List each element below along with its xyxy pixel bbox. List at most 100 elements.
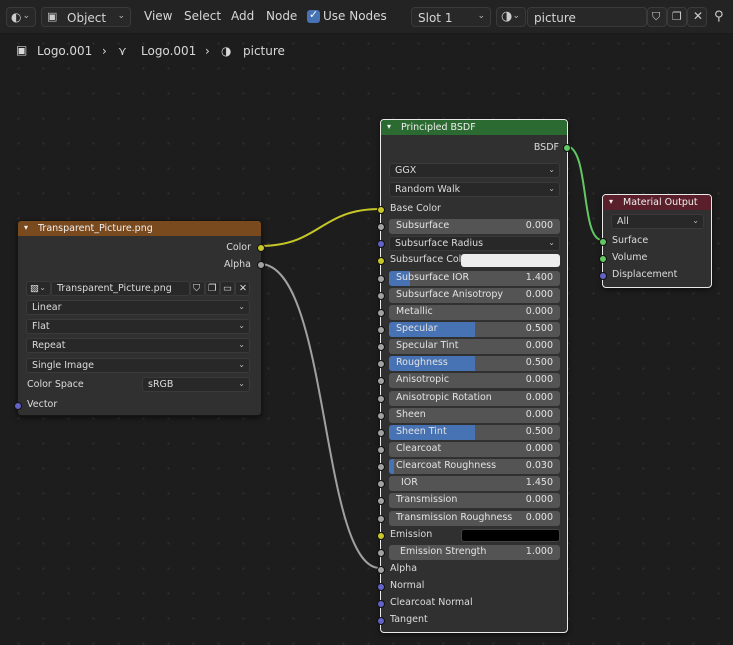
fake-user-button[interactable]: ⛉ (190, 281, 205, 296)
input-transmission-roughness-socket[interactable] (377, 515, 385, 523)
transmission-value: 0.000 (525, 494, 553, 505)
emission-label: Emission (390, 529, 433, 540)
bsdf-node-header[interactable]: ▾ Principled BSDF (381, 120, 567, 135)
subsurface-radius-dropdown[interactable]: Subsurface Radius ⌄ (389, 236, 560, 251)
input-vector-socket[interactable] (14, 402, 22, 410)
input-specular-tint-socket[interactable] (377, 343, 385, 351)
unlink-image-button[interactable]: ✕ (235, 281, 250, 296)
subsurface-ior-label: Subsurface IOR (396, 272, 470, 283)
output-bsdf-socket[interactable] (563, 144, 571, 152)
input-anisotropic-rotation-socket[interactable] (377, 395, 385, 403)
subsurface-method-dropdown[interactable]: Random Walk ⌄ (389, 182, 560, 197)
interpolation-dropdown[interactable]: Linear ⌄ (26, 300, 250, 315)
input-emission-strength-socket[interactable] (377, 549, 385, 557)
render-target-value: All (617, 216, 629, 227)
source-dropdown[interactable]: Single Image ⌄ (26, 358, 250, 373)
transmission-roughness-field[interactable]: Transmission Roughness 0.000 (389, 511, 560, 526)
subsurface-anisotropy-value: 0.000 (525, 289, 553, 300)
clearcoat-roughness-field[interactable]: Clearcoat Roughness 0.030 (389, 459, 560, 474)
input-ior-socket[interactable] (377, 480, 385, 488)
link-color-to-base-color[interactable] (259, 208, 381, 247)
base-color-label: Base Color (390, 203, 441, 214)
input-volume-socket[interactable] (599, 255, 607, 263)
input-metallic-socket[interactable] (377, 309, 385, 317)
input-tangent-socket[interactable] (377, 617, 385, 625)
input-clearcoat-socket[interactable] (377, 446, 385, 454)
input-transmission-socket[interactable] (377, 497, 385, 505)
clearcoat-roughness-label: Clearcoat Roughness (396, 460, 497, 471)
subsurface-label: Subsurface (396, 220, 450, 231)
input-base-color-socket[interactable] (377, 206, 385, 214)
image-texture-node[interactable]: ▾ Transparent_Picture.png Color Alpha ▧ … (14, 220, 265, 416)
subsurface-anisotropy-field[interactable]: Subsurface Anisotropy 0.000 (389, 288, 560, 303)
input-subsurface-color-socket[interactable] (377, 257, 385, 265)
output-node-header[interactable]: ▾ Material Output (603, 195, 711, 210)
input-sheen-socket[interactable] (377, 412, 385, 420)
subsurface-field[interactable]: Subsurface 0.000 (389, 219, 560, 234)
clearcoat-field[interactable]: Clearcoat 0.000 (389, 442, 560, 457)
distribution-dropdown[interactable]: GGX ⌄ (389, 163, 560, 178)
input-emission-socket[interactable] (377, 532, 385, 540)
input-alpha-socket[interactable] (377, 566, 385, 574)
anisotropic-label: Anisotropic (396, 374, 450, 385)
input-subsurface-anisotropy-socket[interactable] (377, 292, 385, 300)
input-sheen-tint-socket[interactable] (377, 429, 385, 437)
emission-color-swatch[interactable] (461, 529, 560, 542)
browse-image-button[interactable]: ▧ ⌄ (26, 281, 51, 296)
input-displacement-socket[interactable] (599, 272, 607, 280)
volume-label: Volume (612, 252, 648, 263)
input-clearcoat-roughness-socket[interactable] (377, 463, 385, 471)
image-node-header[interactable]: ▾ Transparent_Picture.png (18, 221, 261, 236)
ior-field[interactable]: IOR 1.450 (389, 476, 560, 491)
specular-field[interactable]: Specular 0.500 (389, 322, 560, 337)
link-alpha-to-alpha[interactable] (259, 263, 381, 569)
image-name-text: Transparent_Picture.png (57, 283, 172, 294)
input-subsurface-radius-socket[interactable] (377, 240, 385, 248)
chevron-down-icon: ⌄ (238, 302, 245, 311)
input-anisotropic-socket[interactable] (377, 377, 385, 385)
metallic-field[interactable]: Metallic 0.000 (389, 305, 560, 320)
input-subsurface-ior-socket[interactable] (377, 275, 385, 283)
transmission-field[interactable]: Transmission 0.000 (389, 493, 560, 508)
output-color-label: Color (226, 242, 251, 253)
subsurface-anisotropy-label: Subsurface Anisotropy (396, 289, 504, 300)
input-subsurface-socket[interactable] (377, 223, 385, 231)
input-normal-socket[interactable] (377, 583, 385, 591)
image-node-title: Transparent_Picture.png (38, 223, 153, 234)
collapse-icon[interactable]: ▾ (609, 197, 613, 206)
link-bsdf-to-surface[interactable] (565, 145, 603, 241)
subsurface-color-swatch[interactable] (461, 254, 560, 267)
input-clearcoat-normal-socket[interactable] (377, 600, 385, 608)
collapse-icon[interactable]: ▾ (24, 223, 28, 232)
output-color-socket[interactable] (257, 244, 265, 252)
chevron-down-icon: ⌄ (238, 340, 245, 349)
source-value: Single Image (32, 360, 94, 371)
projection-dropdown[interactable]: Flat ⌄ (26, 319, 250, 334)
open-image-button[interactable]: ▭ (220, 281, 235, 296)
sheen-value: 0.000 (525, 409, 553, 420)
render-target-dropdown[interactable]: All ⌄ (611, 214, 704, 229)
output-alpha-socket[interactable] (257, 261, 265, 269)
sheen-tint-label: Sheen Tint (396, 426, 447, 437)
transmission-label: Transmission (396, 494, 458, 505)
specular-value: 0.500 (525, 323, 553, 334)
sheen-field[interactable]: Sheen 0.000 (389, 408, 560, 423)
input-roughness-socket[interactable] (377, 360, 385, 368)
input-surface-socket[interactable] (599, 238, 607, 246)
sheen-tint-field[interactable]: Sheen Tint 0.500 (389, 425, 560, 440)
specular-tint-field[interactable]: Specular Tint 0.000 (389, 339, 560, 354)
collapse-icon[interactable]: ▾ (387, 122, 391, 131)
input-specular-socket[interactable] (377, 326, 385, 334)
roughness-field[interactable]: Roughness 0.500 (389, 356, 560, 371)
extension-dropdown[interactable]: Repeat ⌄ (26, 338, 250, 353)
color-space-dropdown[interactable]: sRGB ⌄ (142, 377, 250, 392)
emission-strength-field[interactable]: Emission Strength 1.000 (389, 545, 560, 560)
material-output-node[interactable]: ▾ Material Output All ⌄ Surface Volume D… (599, 194, 712, 288)
image-name-field[interactable]: Transparent_Picture.png (51, 281, 190, 296)
anisotropic-rotation-field[interactable]: Anisotropic Rotation 0.000 (389, 391, 560, 406)
subsurface-ior-field[interactable]: Subsurface IOR 1.400 (389, 271, 560, 286)
anisotropic-field[interactable]: Anisotropic 0.000 (389, 373, 560, 388)
principled-bsdf-node[interactable]: ▾ Principled BSDF BSDF GGX ⌄ Random Walk… (377, 119, 571, 633)
anisotropic-rotation-label: Anisotropic Rotation (396, 392, 492, 403)
duplicate-image-button[interactable]: ❐ (205, 281, 220, 296)
